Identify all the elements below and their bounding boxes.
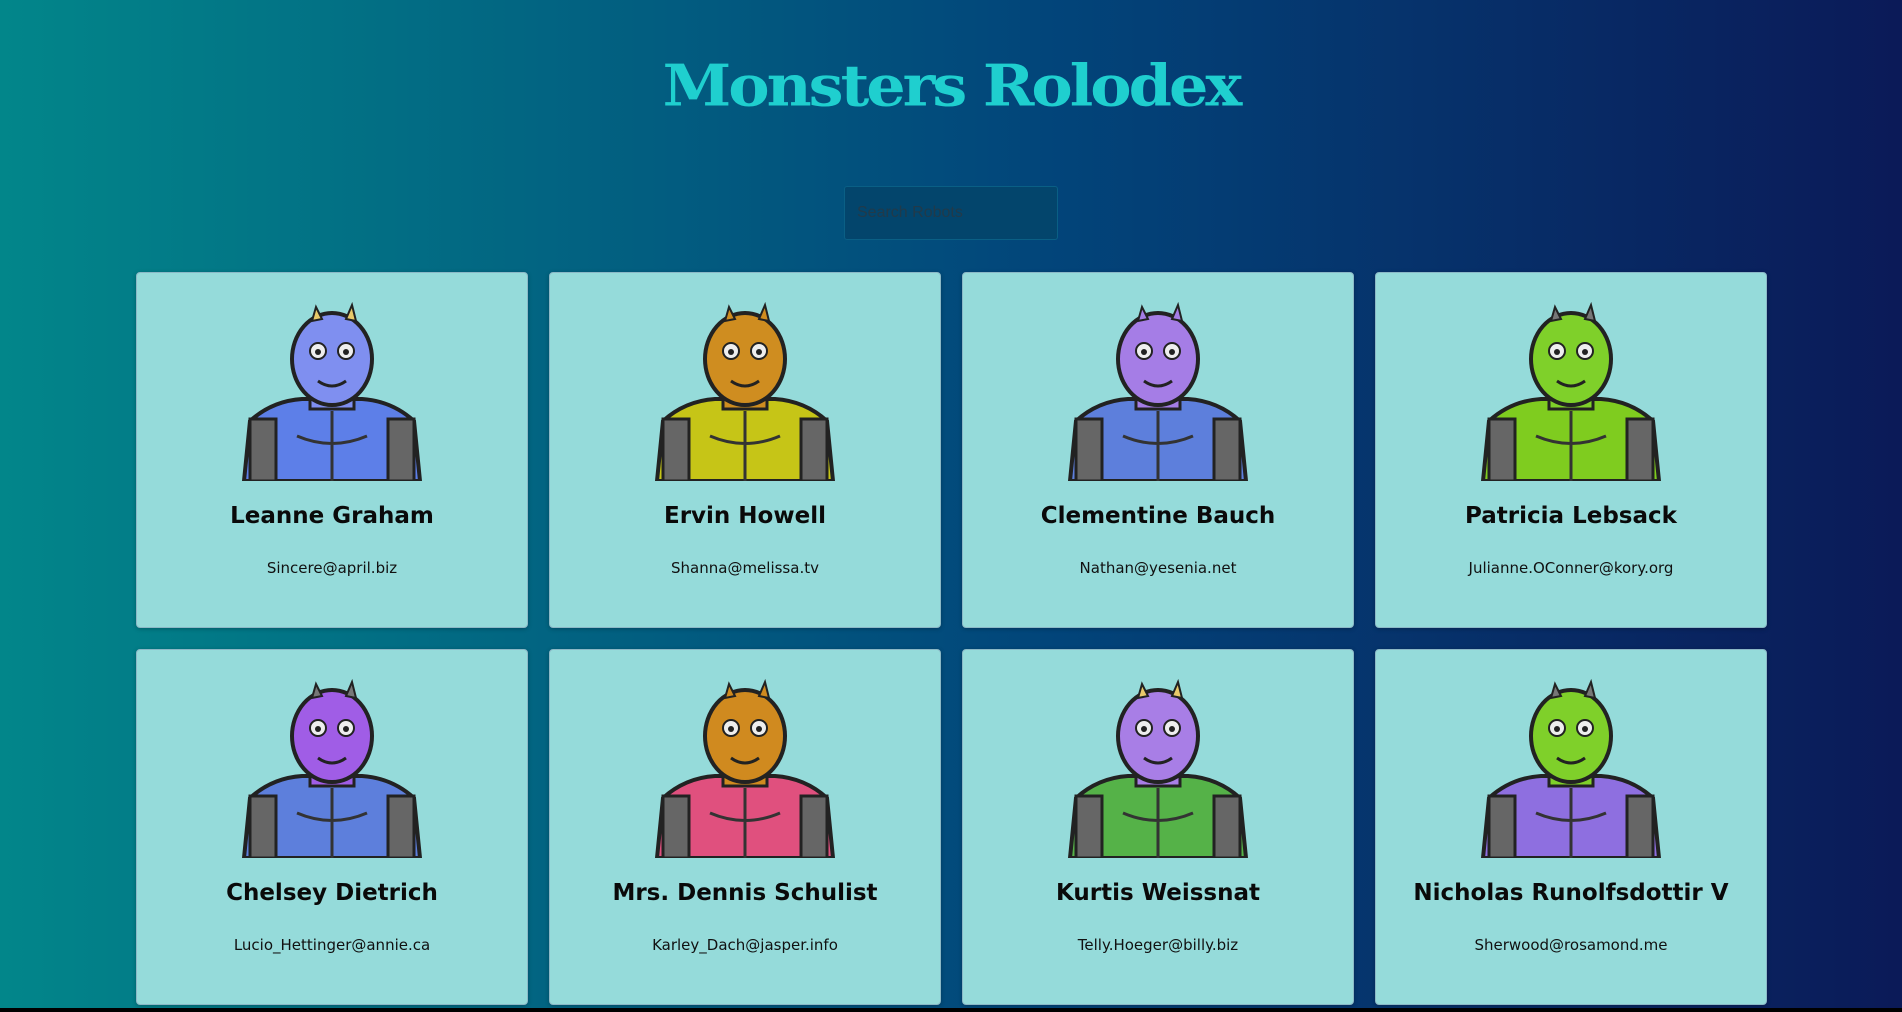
monster-email: Lucio_Hettinger@annie.ca <box>233 936 431 954</box>
card-list: Leanne Graham Sincere@april.biz Ervin Ho… <box>136 272 1767 1005</box>
monster-avatar-icon <box>655 678 835 858</box>
monster-name: Kurtis Weissnat <box>1055 880 1260 906</box>
monster-name: Leanne Graham <box>230 503 434 529</box>
monster-avatar-icon <box>1481 678 1661 858</box>
monster-card[interactable]: Chelsey Dietrich Lucio_Hettinger@annie.c… <box>136 649 528 1005</box>
monster-avatar-icon <box>242 678 422 858</box>
monster-card[interactable]: Ervin Howell Shanna@melissa.tv <box>549 272 941 628</box>
window-bottom-edge <box>0 1008 1902 1012</box>
monster-email: Sherwood@rosamond.me <box>1474 936 1668 954</box>
monster-avatar-icon <box>1068 301 1248 481</box>
monster-email: Sincere@april.biz <box>266 559 398 577</box>
monster-name: Nicholas Runolfsdottir V <box>1413 880 1729 906</box>
monster-avatar-icon <box>1068 678 1248 858</box>
monster-email: Julianne.OConner@kory.org <box>1468 559 1674 577</box>
page-title: Monsters Rolodex <box>662 51 1243 120</box>
monster-name: Patricia Lebsack <box>1465 503 1677 529</box>
monster-name: Clementine Bauch <box>1040 503 1276 529</box>
monster-avatar-icon <box>655 301 835 481</box>
monster-name: Chelsey Dietrich <box>226 880 438 906</box>
monster-avatar-icon <box>1481 301 1661 481</box>
monster-card[interactable]: Leanne Graham Sincere@april.biz <box>136 272 528 628</box>
monster-email: Telly.Hoeger@billy.biz <box>1077 936 1239 954</box>
monster-card[interactable]: Kurtis Weissnat Telly.Hoeger@billy.biz <box>962 649 1354 1005</box>
monster-card[interactable]: Clementine Bauch Nathan@yesenia.net <box>962 272 1354 628</box>
search-input[interactable] <box>844 186 1058 240</box>
monster-name: Ervin Howell <box>664 503 826 529</box>
monster-card[interactable]: Nicholas Runolfsdottir V Sherwood@rosamo… <box>1375 649 1767 1005</box>
monster-card[interactable]: Mrs. Dennis Schulist Karley_Dach@jasper.… <box>549 649 941 1005</box>
monster-email: Nathan@yesenia.net <box>1079 559 1237 577</box>
monster-email: Karley_Dach@jasper.info <box>652 936 838 954</box>
monster-name: Mrs. Dennis Schulist <box>612 880 878 906</box>
monster-card[interactable]: Patricia Lebsack Julianne.OConner@kory.o… <box>1375 272 1767 628</box>
monster-email: Shanna@melissa.tv <box>671 559 819 577</box>
monster-avatar-icon <box>242 301 422 481</box>
